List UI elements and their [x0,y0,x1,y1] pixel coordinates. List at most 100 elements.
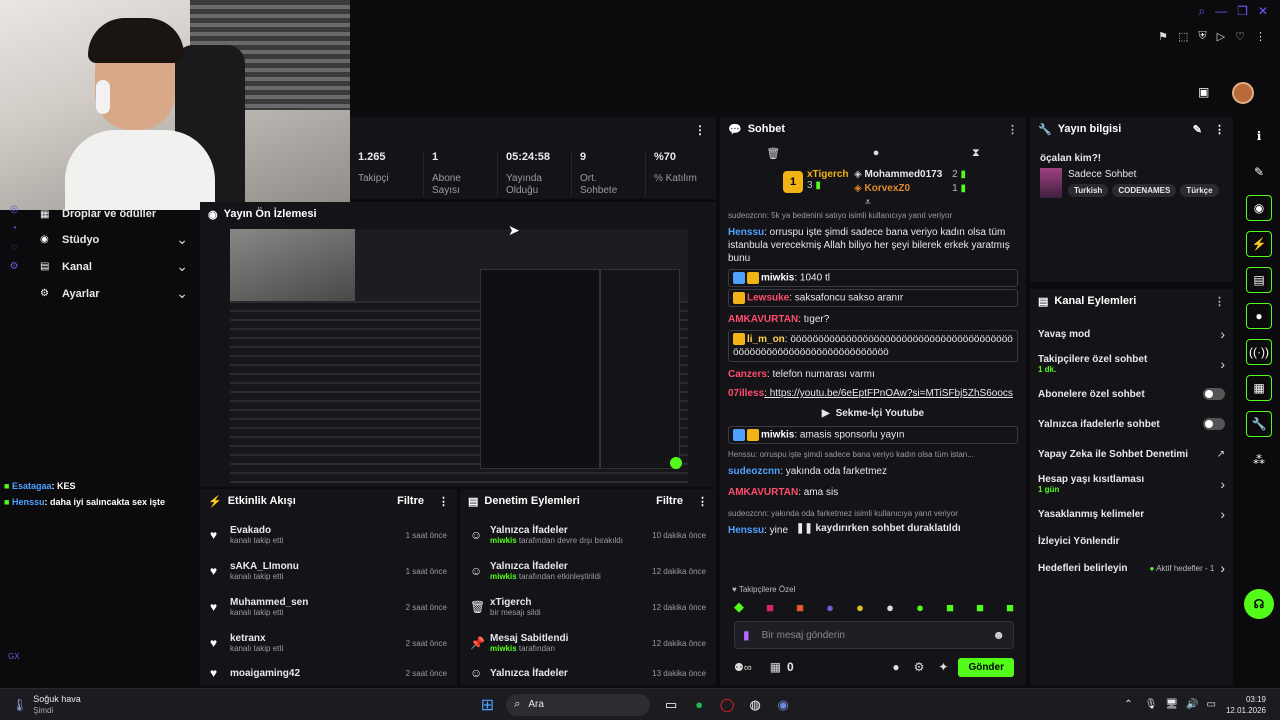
action-goals[interactable]: Hedefleri belirleyin ● Aktif hedefler - 1… [1038,553,1225,583]
windows-start-icon[interactable]: ⊞ [481,695,494,715]
preview-toggle-icon[interactable]: ◉ [1246,195,1272,221]
stats-menu-icon[interactable]: ⋮ [694,123,706,137]
mic-icon[interactable]: ▮ [743,628,750,642]
crop-icon[interactable]: ⬚ [1178,30,1188,43]
moderation-menu-icon[interactable]: ⋮ [697,495,708,508]
spotify-icon[interactable]: ● [688,694,710,716]
taskbar-search[interactable]: ⌕ Ara [506,693,651,716]
activity-toggle-icon[interactable]: ⚡ [1246,231,1272,257]
gx-icon[interactable]: GX [8,652,20,661]
rail-gift-icon[interactable]: ◎ [10,204,19,215]
battery-icon[interactable]: ▭ [1207,699,1216,710]
action-raid[interactable]: İzleyici Yönlendir [1038,529,1225,553]
bookmark-icon[interactable]: ⚑ [1158,30,1168,43]
task-view-icon[interactable]: ▭ [660,694,682,716]
theater-icon[interactable]: ▣ [1198,85,1209,99]
chat-user[interactable]: 07illess [728,388,764,399]
chat-input[interactable]: Bir mesaj gönderin [762,630,845,641]
menu-icon[interactable]: ⋮ [1255,30,1266,43]
tag[interactable]: CODENAMES [1112,184,1177,197]
nav-item-studio[interactable]: ◉ Stüdyo ⌄ [30,226,198,253]
network-icon[interactable]: 🖥 [1165,699,1178,710]
edit-icon[interactable]: ✎ [1193,123,1202,136]
layout-icon[interactable]: ▦ [1246,375,1272,401]
emote-icon[interactable]: ■ [766,600,774,615]
users-icon[interactable]: ⚉∞ [734,661,752,674]
emote-icon[interactable]: ■ [796,600,804,615]
channel-actions-menu-icon[interactable]: ⋮ [1214,295,1225,308]
weather-widget[interactable]: Soğuk hava Şimdi [33,694,81,716]
broadcast-icon[interactable]: ((·)) [1246,339,1272,365]
subscribers-only-toggle[interactable] [1203,388,1225,400]
emote-icon[interactable]: ● [856,600,864,615]
info-icon[interactable]: ℹ [1246,123,1272,149]
steam-icon[interactable]: ◍ [744,694,766,716]
tag[interactable]: Türkçe [1180,184,1219,197]
emote-icon[interactable]: ● [826,600,834,615]
volume-icon[interactable]: 🔊 [1186,699,1198,710]
gift-icon[interactable]: ▦ [770,660,781,674]
minimize-icon[interactable]: — [1215,4,1227,19]
chat-menu-icon[interactable]: ⋮ [1007,123,1018,136]
play-icon[interactable]: ▷ [1217,30,1225,43]
action-followers-only[interactable]: Takipçilere özel sohbet 1 dk. › [1038,349,1225,379]
close-icon[interactable]: ✕ [1258,4,1268,19]
chat-user[interactable]: miwkis [761,273,794,284]
action-account-age[interactable]: Hesap yaşı kısıtlaması 1 gün › [1038,469,1225,499]
avatar[interactable] [1232,82,1254,104]
share-icon[interactable]: ⁂ [1246,447,1272,473]
collapse-icon[interactable]: ⩡ [865,197,871,208]
chat-user[interactable]: Canzers [728,369,767,380]
wrench-icon[interactable]: 🔧 [1246,411,1272,437]
search-icon[interactable]: ⌕ [1198,4,1205,19]
stream-info-menu-icon[interactable]: ⋮ [1214,123,1225,136]
pencil-icon[interactable]: ✎ [1246,159,1272,185]
sticker-icon[interactable]: ✦ [938,660,948,674]
chat-user[interactable]: Henssu [728,227,764,238]
moderation-filter-button[interactable]: Filtre [656,495,683,507]
gear-icon[interactable]: ⚙ [914,660,925,674]
emoji-icon[interactable]: ☻ [992,628,1005,642]
chat-user[interactable]: AMKAVURTAN [728,487,798,498]
chat-link[interactable]: : https://youtu.be/6eEptFPnOAw?si=MTiSFb… [764,388,1013,399]
emote-icon[interactable]: ● [916,600,924,615]
emotes-only-toggle[interactable] [1203,418,1225,430]
emote-icon[interactable]: ● [886,600,894,615]
rail-gear-icon[interactable]: ⚙ [10,261,19,272]
trash-icon[interactable]: 🗑 [766,147,780,160]
emote-icon[interactable]: ◆ [734,599,744,615]
action-banned-words[interactable]: Yasaklanmış kelimeler › [1038,499,1225,529]
youtube-button[interactable]: ▶ Sekme-İçi Youtube [720,402,1026,424]
emote-icon[interactable]: ■ [1006,600,1014,615]
chat-user[interactable]: sudeozcnn [728,466,780,477]
activity-filter-button[interactable]: Filtre [397,495,424,507]
chat-toggle-icon[interactable]: ● [1246,303,1272,329]
chat-user[interactable]: miwkis [761,430,794,441]
category-name[interactable]: Sadece Sohbet [1068,169,1219,180]
emote-icon[interactable]: ■ [976,600,984,615]
nav-item-settings[interactable]: ⚙ Ayarlar ⌄ [30,280,198,307]
clock[interactable]: 03:19 12.01.2026 [1226,694,1266,716]
maximize-icon[interactable]: ❐ [1237,4,1248,19]
preview-video[interactable] [230,229,688,484]
shield-icon[interactable]: ⛨ [1198,30,1206,43]
tag[interactable]: Turkish [1068,184,1109,197]
activity-menu-icon[interactable]: ⋮ [438,495,449,508]
nav-item-channel[interactable]: ▤ Kanal ⌄ [30,253,198,280]
heart-icon[interactable]: ♡ [1235,30,1245,43]
chat-paused-banner[interactable]: ❚❚ kaydırırken sohbet duraklatıldı [790,520,967,537]
bubble-icon[interactable]: ● [873,147,880,159]
nav-item-drops[interactable]: ▦ Droplar ve ödüller [30,202,198,226]
mic-icon[interactable]: 🎙 [1145,699,1158,710]
chat-input-box[interactable]: ▮ Bir mesaj gönderin ☻ [734,621,1014,649]
bubble-icon[interactable]: ● [892,660,899,674]
chat-user[interactable]: AMKAVURTAN [728,314,798,325]
chat-user[interactable]: Henssu [728,525,764,536]
rail-studio-icon[interactable]: ◔ [11,223,17,234]
rail-channel-icon[interactable]: ◌ [11,242,17,253]
tray-chevron-icon[interactable]: ⌃ [1124,699,1132,710]
hourglass-icon[interactable]: ⧗ [972,147,980,160]
action-slow-mode[interactable]: Yavaş mod › [1038,319,1225,349]
emote-icon[interactable]: ■ [946,600,954,615]
support-button[interactable]: ☊ [1244,589,1274,619]
